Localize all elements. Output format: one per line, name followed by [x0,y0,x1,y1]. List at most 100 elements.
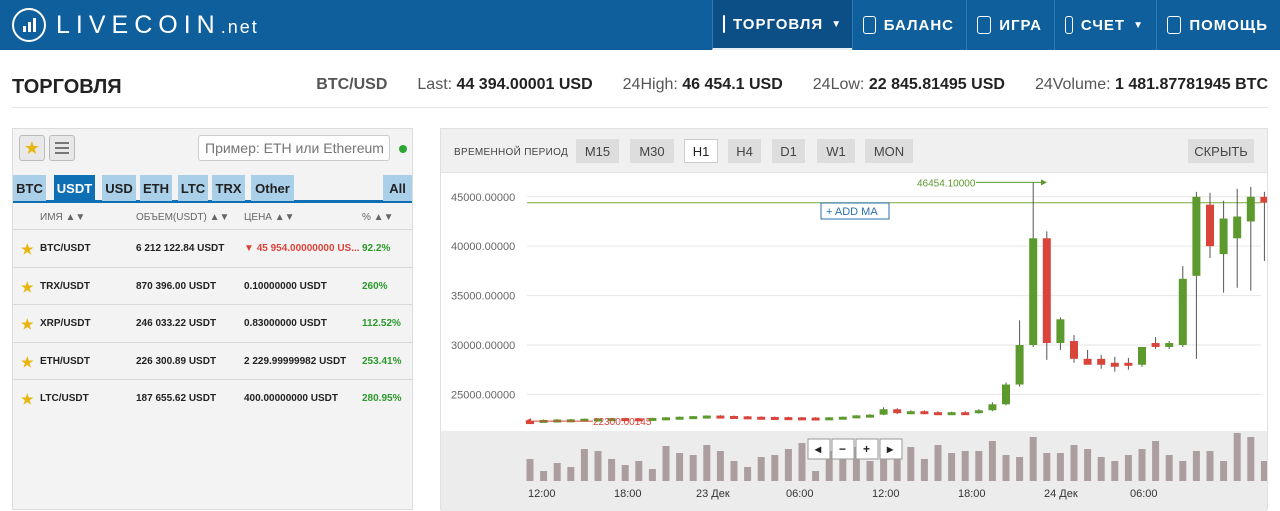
candle-body [1083,358,1092,365]
zoom-button-label: − [839,442,846,456]
price-chart[interactable]: 45000.00000 40000.00000 35000.00000 30000.0… [441,173,1267,511]
timeframe-mon[interactable]: MON [865,139,913,163]
market-change: 112.52% [362,318,401,330]
y-tick-label: 45000.00000 [451,192,515,204]
nav-help[interactable]: ПОМОЩЬ [1156,0,1280,50]
market-row[interactable]: ★ TRX/USDT 870 396.00 USDT 0.10000000 USDT 2… [13,266,412,305]
market-row[interactable]: ★ XRP/USDT 246 033.22 USDT 0.83000000 USDT 1… [13,304,412,342]
volume-24h: 24Volume: 1 481.87781945 BTC [1034,76,1268,93]
market-row[interactable]: ★ LTC/USDT 187 655.62 USDT 400.00000000 USD… [13,379,412,417]
volume-bar [798,443,806,481]
market-volume: 6 212 122.84 USDT [136,243,225,254]
x-tick-label: 06:00 [786,488,814,500]
market-row[interactable]: ★ ETH/USDT 226 300.89 USDT 2 229.99999982 U… [13,341,412,380]
chart-icon [723,15,725,33]
candle-body [838,416,847,420]
livecoin-logo[interactable]: LIVECOIN.net [12,8,259,42]
market-row[interactable]: ★ BTC/USDT 6 212 122.84 USDT ▼ 45 954.00000… [13,229,412,267]
period-label: ВРЕМЕННОЙ ПЕРИОД [454,147,569,158]
volume-bar [676,453,684,481]
zoom-button-label: ◂ [814,442,822,456]
candle-body [1110,362,1119,367]
timeframe-h1[interactable]: H1 [684,139,718,163]
candle-body [1165,343,1174,347]
favorites-star-button[interactable]: ★ [19,135,45,161]
favorite-star-icon[interactable]: ★ [21,279,34,296]
nav-label: СЧЕТ [1080,16,1126,34]
market-name: BTC/USDT [40,243,91,254]
col-change[interactable]: % ▲▼ [362,212,393,223]
volume-bar [1097,457,1105,481]
nav-label: ПОМОЩЬ [1189,16,1268,34]
market-change: 260% [362,280,388,292]
candle-body [906,411,915,415]
candle-body [702,415,711,419]
volume-bar [689,455,697,481]
favorite-star-icon[interactable]: ★ [21,241,34,258]
volume-bar [1247,437,1255,481]
favorite-star-icon[interactable]: ★ [21,354,34,371]
market-volume: 187 655.62 USDT [136,393,217,405]
nav-balance[interactable]: БАЛАНС [852,0,966,50]
candle-body [811,417,820,421]
volume-bar [1002,455,1010,481]
market-price: 0.10000000 USDT [244,280,327,292]
timeframe-m30[interactable]: M30 [630,139,674,163]
low-24h: 24Low: 22 845.81495 USD [812,76,1005,93]
candle-body [1042,238,1051,344]
volume-bar [812,471,820,481]
timeframe-d1[interactable]: D1 [772,139,805,163]
timeframe-h4[interactable]: H4 [728,139,761,163]
volume-bar [1138,449,1146,481]
candle-body [1029,238,1038,345]
nav-game[interactable]: ИГРА [966,0,1054,50]
candle-body [1015,345,1024,385]
col-name[interactable]: ИМЯ ▲▼ [40,212,85,223]
nav-account[interactable]: СЧЕТ ▼ [1054,0,1156,50]
nav-trading[interactable]: ТОРГОВЛЯ ▼ [712,0,852,50]
market-search-input[interactable] [198,135,390,161]
candle-body [961,412,970,416]
logo-bars-icon [12,8,46,42]
timeframe-m15[interactable]: M15 [576,139,619,163]
tab-eth[interactable]: ETH [140,175,172,201]
market-price: 400.00000000 USDT [244,393,338,405]
market-table-header: ИМЯ ▲▼ ОБЪЕМ(USDT) ▲▼ ЦЕНА ▲▼ % ▲▼ [13,207,412,229]
favorite-star-icon[interactable]: ★ [21,391,34,408]
candle-body [770,416,779,420]
col-price[interactable]: ЦЕНА ▲▼ [244,212,295,223]
candle-body [1233,216,1242,239]
candle-body [1192,196,1201,276]
tab-other[interactable]: Other [251,175,294,201]
max-annotation-arrow [1041,179,1047,186]
x-tick-label: 23 Дек [696,488,730,500]
favorite-star-icon[interactable]: ★ [21,316,34,333]
volume-bar [594,451,602,481]
candle-body [1056,319,1065,344]
market-volume: 246 033.22 USDT [136,318,217,330]
tab-usdt[interactable]: USDT [54,175,95,201]
market-price: 2 229.99999982 USDT [244,355,347,367]
volume-bar [975,451,983,481]
tab-ltc[interactable]: LTC [178,175,208,201]
market-name: LTC/USDT [40,393,89,405]
timeframe-w1[interactable]: W1 [817,139,855,163]
min-annotation-label: 22300.00145 [593,417,652,428]
tab-trx[interactable]: TRX [212,175,245,201]
tab-usd[interactable]: USD [102,175,136,201]
candle-body [920,411,929,415]
candle-body [1070,341,1078,359]
volume-bar [703,445,711,481]
market-rows: ★ BTC/USDT 6 212 122.84 USDT ▼ 45 954.00000… [13,229,412,417]
y-tick-label: 40000.00000 [451,241,515,253]
y-tick-label: 30000.00000 [451,340,515,352]
col-volume[interactable]: ОБЪЕМ(USDT) ▲▼ [136,212,229,223]
list-view-button[interactable] [49,135,75,161]
candle-body [852,415,861,419]
tab-btc[interactable]: BTC [13,175,46,201]
tab-all[interactable]: All [383,175,412,201]
hide-chart-button[interactable]: СКРЫТЬ [1188,139,1254,163]
market-change: 280.95% [362,393,402,405]
last-price: Last: 44 394.00001 USD [417,76,593,93]
candle-body [1002,384,1010,405]
